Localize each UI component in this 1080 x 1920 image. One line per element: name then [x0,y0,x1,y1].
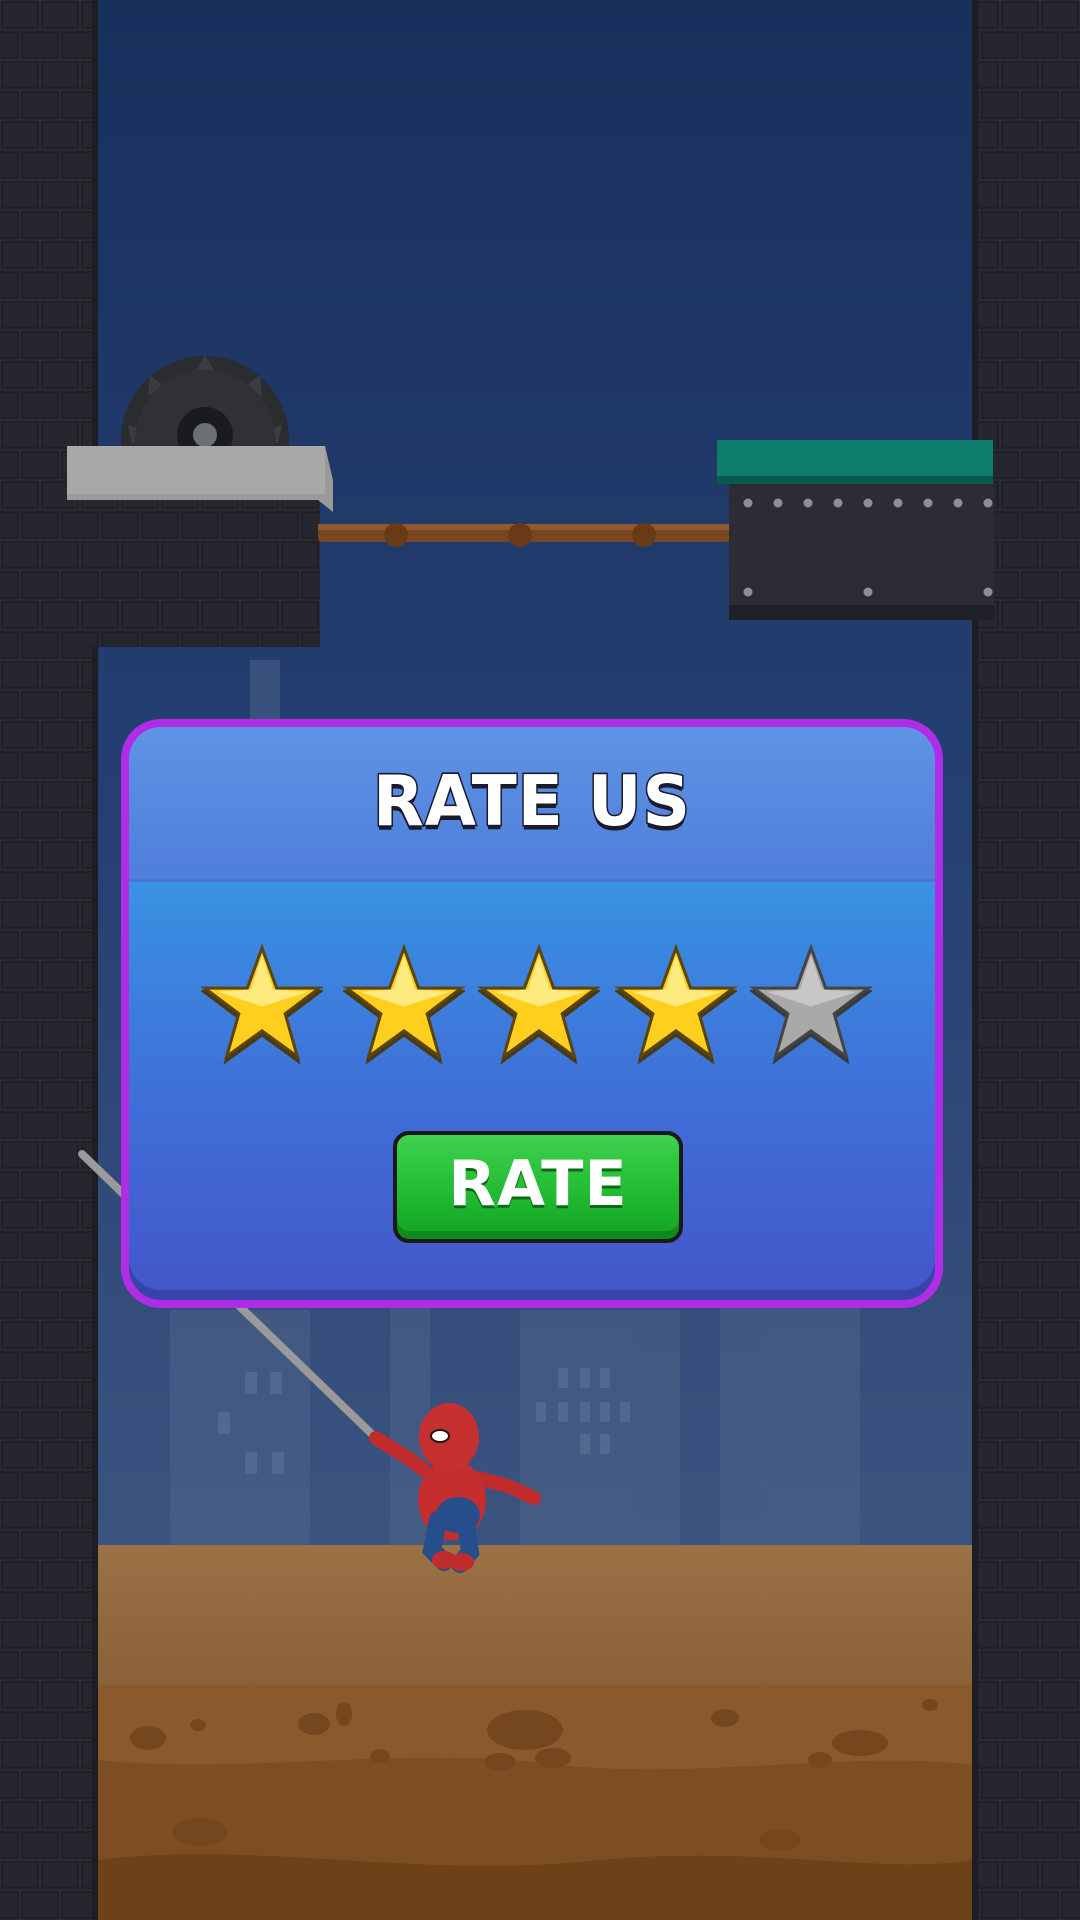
rating-star-4[interactable] [615,943,737,1065]
rating-star-1[interactable] [201,943,323,1065]
rating-star-5[interactable] [750,943,872,1065]
star-icon [343,943,465,1065]
rating-star-2[interactable] [343,943,465,1065]
rating-star-3[interactable] [478,943,600,1065]
left-ledge [67,446,333,647]
game-screen: RATE US RATE [0,0,1080,1920]
dialog-title: RATE US [372,760,692,844]
star-outline-icon [750,943,872,1065]
dialog-header: RATE US [129,727,935,882]
right-ledge [717,440,994,620]
star-icon [478,943,600,1065]
right-brick-wall [974,0,1080,1920]
rate-us-panel: RATE US RATE [129,727,935,1300]
ground-surface [96,1545,974,1690]
rate-button-label: RATE [448,1147,628,1220]
star-icon [201,943,323,1065]
rate-us-dialog: RATE US RATE [121,719,943,1308]
rate-button[interactable]: RATE [393,1131,683,1243]
star-icon [615,943,737,1065]
left-brick-wall [0,0,96,1920]
